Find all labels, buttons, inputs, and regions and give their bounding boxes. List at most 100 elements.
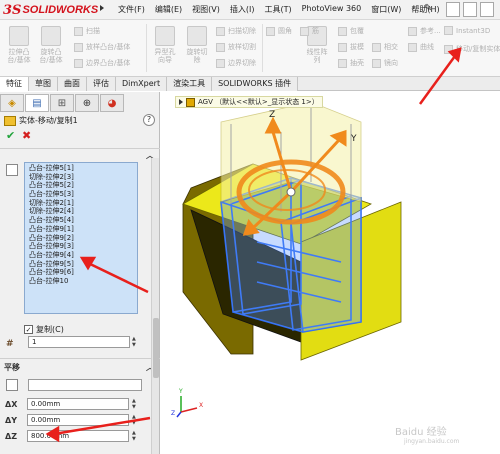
part-icon: [186, 97, 195, 107]
tab-render-tools[interactable]: 渲染工具: [167, 77, 213, 91]
lofted-cut-button[interactable]: 放样切割: [216, 42, 256, 52]
revolve-boss-button[interactable]: 旋转凸 台/基体: [34, 26, 68, 64]
number-of-copies-input[interactable]: 1: [28, 336, 130, 348]
dimxpert-manager-icon[interactable]: ⊕: [75, 94, 99, 112]
shell-button[interactable]: 抽壳: [338, 58, 364, 68]
hole-wizard-label: 异型孔 向导: [154, 48, 176, 64]
feature-manager-icon[interactable]: ◈: [0, 94, 24, 112]
list-item[interactable]: 凸台-拉伸5[2]: [25, 181, 137, 190]
hole-wizard-button[interactable]: 异型孔 向导: [148, 26, 182, 64]
list-item[interactable]: 凸台-拉伸9[6]: [25, 268, 137, 277]
reference-geometry-icon: [408, 26, 417, 36]
curves-button[interactable]: 曲线: [408, 42, 434, 52]
list-item[interactable]: 切除-拉伸2[4]: [25, 207, 137, 216]
list-item[interactable]: 凸台-拉伸5[4]: [25, 216, 137, 225]
delta-y-input[interactable]: 0.00mm: [27, 414, 129, 426]
revolve-cut-button[interactable]: 旋转切 除: [180, 26, 214, 64]
wrap-button[interactable]: 包覆: [338, 26, 364, 36]
title-bar: 3S SOLIDWORKS 文件(F) 编辑(E) 视图(V) 插入(I) 工具…: [0, 0, 500, 20]
bodies-to-move-list[interactable]: 凸台-拉伸5[1] 切除-拉伸2[3] 凸台-拉伸5[2] 凸台-拉伸5[3] …: [24, 162, 138, 314]
copy-checkbox[interactable]: ✓: [24, 325, 33, 334]
property-manager-icon[interactable]: ▤: [25, 94, 49, 112]
logo-expand-arrow-icon[interactable]: [100, 5, 104, 11]
delta-x-row: ΔX 0.00mm: [5, 398, 129, 410]
delta-z-input[interactable]: 800.00mm: [27, 430, 129, 442]
menu-view[interactable]: 视图(V): [192, 4, 220, 15]
tab-evaluate[interactable]: 评估: [87, 77, 116, 91]
list-item[interactable]: 凸台-拉伸9[1]: [25, 225, 137, 234]
menu-insert[interactable]: 插入(I): [230, 4, 255, 15]
delta-x-spinner[interactable]: ▲ ▼: [132, 398, 138, 410]
list-item[interactable]: 凸台-拉伸5[3]: [25, 190, 137, 199]
list-item[interactable]: 凸台-拉伸5[1]: [25, 164, 137, 173]
lofted-cut-label: 放样切割: [228, 43, 256, 51]
curves-label: 曲线: [420, 43, 434, 51]
list-item[interactable]: 凸台-拉伸9[2]: [25, 234, 137, 243]
intersect-button[interactable]: 相交: [372, 42, 398, 52]
fillet-button[interactable]: 圆角: [266, 26, 292, 36]
cancel-button[interactable]: ✖: [22, 129, 31, 142]
tab-surfaces[interactable]: 曲面: [58, 77, 87, 91]
manager-tabs: ◈ ▤ ⊞ ⊕ ◕: [0, 94, 125, 112]
tab-solidworks-addins[interactable]: SOLIDWORKS 插件: [212, 77, 299, 91]
tab-features[interactable]: 特征: [0, 77, 29, 91]
reference-geometry-button[interactable]: 参考...: [408, 26, 441, 36]
copy-checkbox-row[interactable]: ✓ 复制(C): [24, 324, 64, 335]
translate-header-label: 平移: [4, 362, 20, 372]
model-scene[interactable]: [161, 92, 500, 454]
ok-button[interactable]: ✔: [6, 129, 15, 142]
new-document-icon[interactable]: [446, 2, 460, 17]
expand-arrow-icon[interactable]: [179, 99, 183, 105]
list-item[interactable]: 凸台-拉伸9[5]: [25, 260, 137, 269]
bodies-group-header[interactable]: ︿: [4, 150, 156, 160]
sweep-icon: [74, 26, 83, 36]
save-icon[interactable]: [480, 2, 494, 17]
configuration-manager-icon[interactable]: ⊞: [50, 94, 74, 112]
ribbon-separator: [146, 24, 147, 72]
list-item[interactable]: 凸台-拉伸10: [25, 277, 137, 286]
help-button[interactable]: ?: [143, 114, 155, 126]
mirror-button[interactable]: 镜向: [372, 58, 398, 68]
mirror-label: 镜向: [384, 59, 398, 67]
draft-button[interactable]: 拔模: [338, 42, 364, 52]
scrollbar-thumb[interactable]: [153, 318, 159, 378]
delta-z-spinner[interactable]: ▲ ▼: [132, 430, 138, 442]
rib-button[interactable]: 筋: [300, 26, 319, 36]
swept-cut-button[interactable]: 扫描切除: [216, 26, 256, 36]
boundary-cut-button[interactable]: 边界切除: [216, 58, 256, 68]
loft-boss-button[interactable]: 放样凸台/基体: [74, 42, 130, 52]
sweep-button[interactable]: 扫描: [74, 26, 100, 36]
list-item[interactable]: 凸台-拉伸9[4]: [25, 251, 137, 260]
loft-boss-label: 放样凸台/基体: [86, 43, 131, 51]
feature-tree-flyout[interactable]: AGV （默认<<默认>_显示状态 1>）: [175, 96, 323, 108]
sweep-label: 扫描: [86, 27, 100, 35]
fillet-icon: [266, 26, 275, 36]
delta-y-spinner[interactable]: ▲ ▼: [132, 414, 138, 426]
solidworks-logo[interactable]: 3S SOLIDWORKS: [3, 2, 98, 18]
menu-edit[interactable]: 编辑(E): [155, 4, 182, 15]
axis-z-label: Z: [269, 110, 276, 120]
copies-spinner[interactable]: ▲ ▼: [132, 336, 138, 348]
display-manager-icon[interactable]: ◕: [100, 94, 124, 112]
panel-scrollbar[interactable]: [151, 158, 159, 454]
menu-photoview[interactable]: PhotoView 360: [302, 4, 362, 15]
graphics-area[interactable]: Z Y AGV （默认<<默认>_显示状态 1>） Y X Z Baidu 经验…: [161, 92, 500, 454]
list-item[interactable]: 凸台-拉伸9[3]: [25, 242, 137, 251]
menu-file[interactable]: 文件(F): [118, 4, 145, 15]
move-copy-body-button[interactable]: 移动/复制实体: [444, 44, 500, 54]
pin-icon[interactable]: ✎: [424, 3, 432, 14]
translate-reference-field[interactable]: [28, 379, 142, 391]
delta-x-input[interactable]: 0.00mm: [27, 398, 129, 410]
extrude-boss-button[interactable]: 拉伸凸 台/基体: [2, 26, 36, 64]
menu-window[interactable]: 窗口(W): [371, 4, 401, 15]
instant3d-button[interactable]: Instant3D: [444, 26, 490, 35]
tab-dimxpert[interactable]: DimXpert: [116, 77, 168, 91]
bodies-to-move-icon: [6, 164, 18, 176]
translate-group-header[interactable]: 平移 ︿: [4, 362, 156, 372]
menu-tools[interactable]: 工具(T): [264, 4, 291, 15]
open-document-icon[interactable]: [463, 2, 477, 17]
tab-sketch[interactable]: 草图: [29, 77, 58, 91]
extrude-boss-icon: [9, 26, 29, 46]
rib-label: 筋: [312, 27, 319, 35]
boundary-boss-button[interactable]: 边界凸台/基体: [74, 58, 130, 68]
